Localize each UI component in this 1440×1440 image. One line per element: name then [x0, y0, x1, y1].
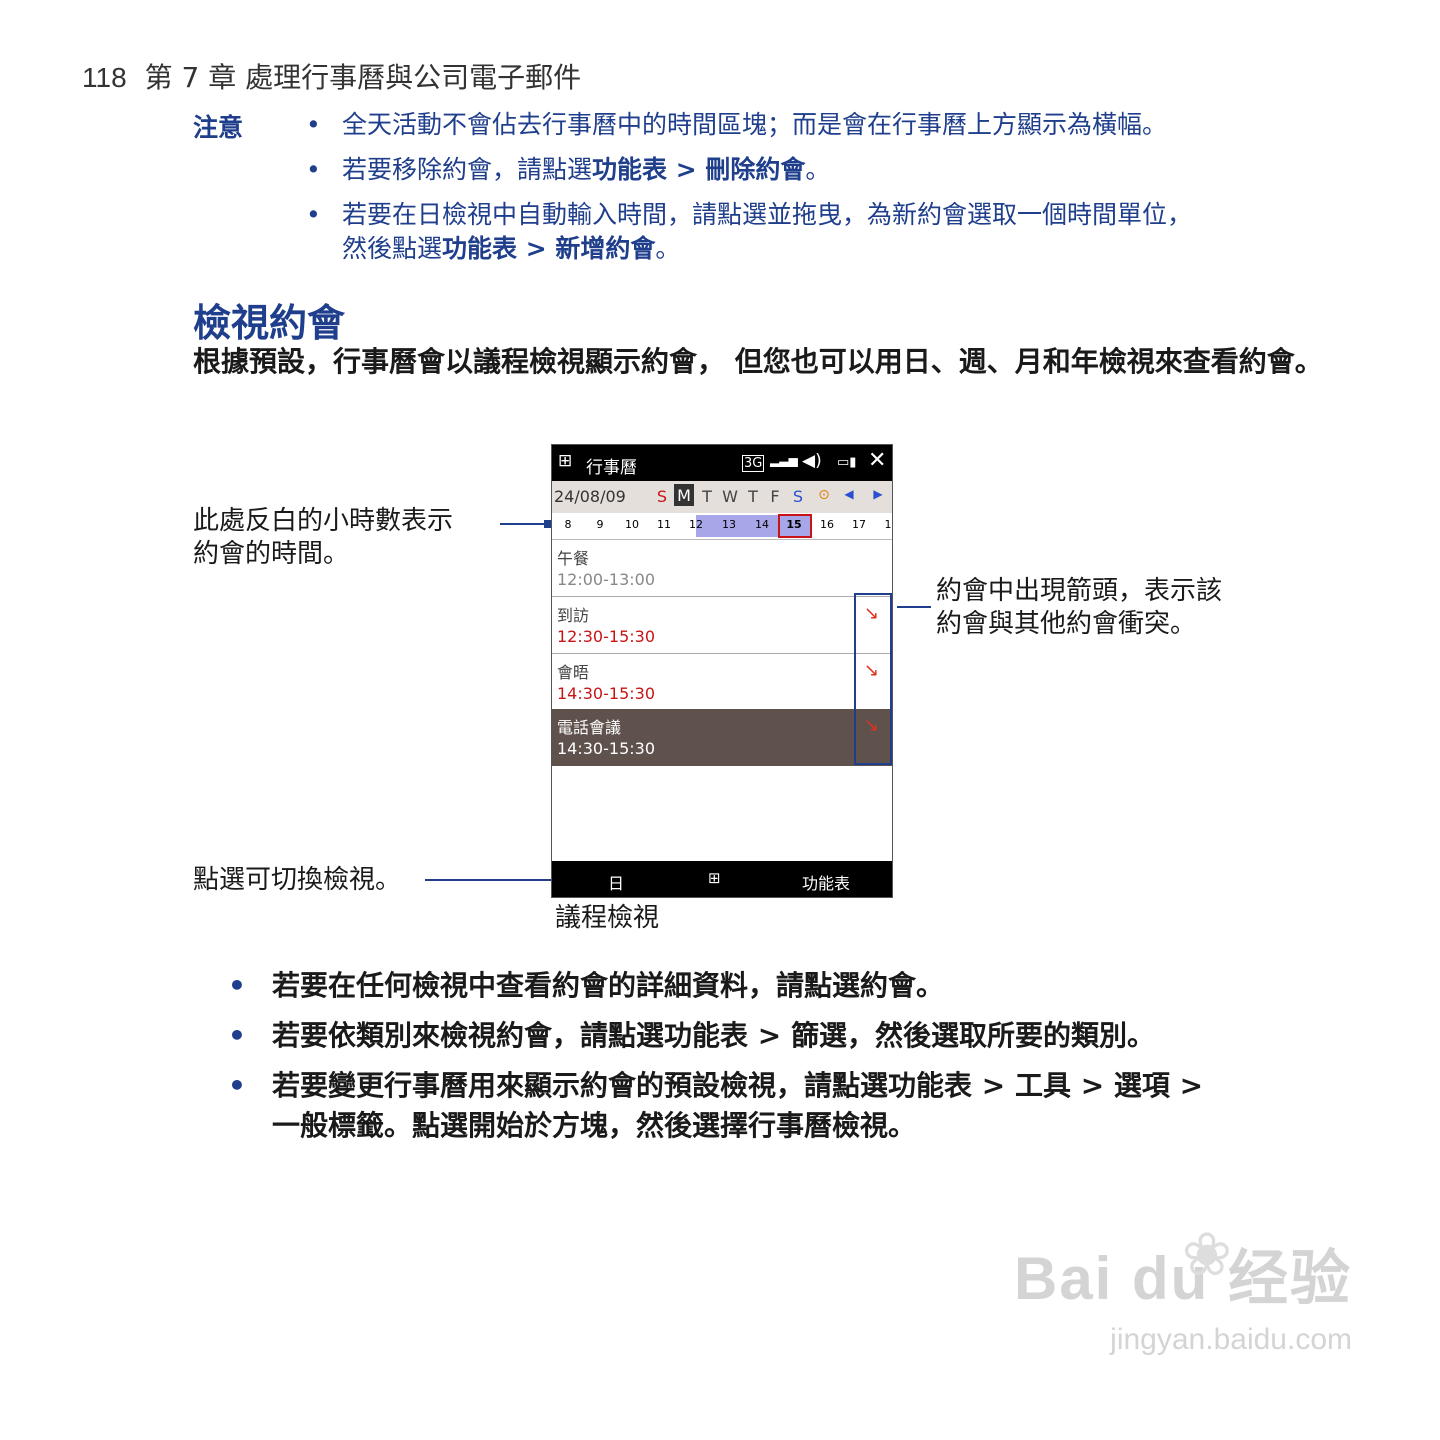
note-text: 若要在日檢視中自動輸入時間，請點選並拖曳，為新約會選取一個時間單位， — [342, 200, 1193, 229]
appointment-time: 12:00-13:00 — [557, 570, 655, 589]
hour-label: 12 — [689, 518, 703, 531]
softkey-bar: 日 ⊞ 功能表 — [552, 861, 892, 897]
weekday[interactable]: F — [765, 487, 785, 506]
callout-line — [500, 523, 546, 525]
figure-caption: 議程檢視 — [555, 903, 660, 933]
conflict-highlight-box — [854, 593, 892, 765]
appointment-name: 電話會議 — [557, 718, 622, 737]
callout-conflict: 約會中出現箭頭，表示該 約會與其他約會衝突。 — [936, 575, 1222, 641]
3g-icon: 3G — [742, 455, 765, 472]
callout-text: 約會中出現箭頭，表示該 — [936, 576, 1223, 606]
calendar-grid-icon[interactable]: ⊞ — [708, 869, 721, 887]
bullet-item: • 若要在任何檢視中查看約會的詳細資料，請點選約會。 — [228, 969, 945, 1002]
hour-label: 13 — [722, 518, 736, 531]
note-item: • 全天活動不會佔去行事曆中的時間區塊；而是會在行事曆上方顯示為橫幅。 — [306, 110, 1168, 139]
appointment-name: 會晤 — [557, 663, 590, 682]
note-bold: 功能表 > 新增約會 — [442, 234, 656, 263]
weekday[interactable]: T — [697, 487, 717, 506]
volume-icon[interactable]: ◀) — [802, 451, 822, 471]
section-title: 檢視約會 — [193, 301, 346, 345]
bullet-text: 若要變更行事曆用來顯示約會的預設檢視，請點選 — [272, 1069, 889, 1102]
appointment-row[interactable]: 午餐 12:00-13:00 — [552, 540, 892, 597]
appointment-row[interactable]: 會晤 14:30-15:30 ↘ — [552, 654, 892, 711]
appointment-time: 14:30-15:30 — [557, 739, 655, 758]
bullet-bold: 功能表 > 篩選 — [664, 1019, 847, 1052]
watermark: ❀ Bai du 经验 jingyan.baidu.com — [1014, 1220, 1352, 1357]
hour-bar: 8 9 10 11 12 13 14 15 16 17 1 — [552, 513, 892, 540]
windows-start-icon[interactable]: ⊞ — [558, 451, 572, 471]
note-text: 然後點選 — [342, 234, 443, 263]
signal-icon: ▂▃▅ — [770, 453, 798, 467]
note-text: 。 — [805, 155, 831, 184]
close-icon[interactable]: ✕ — [868, 448, 886, 473]
note-text: 全天活動不會佔去行事曆中的時間區塊；而是會在行事曆上方顯示為橫幅。 — [342, 110, 1168, 139]
prev-arrow-icon[interactable]: ◀ — [839, 487, 859, 501]
softkey-left[interactable]: 日 — [608, 870, 624, 894]
weekday[interactable]: S — [788, 487, 808, 506]
bullet-text: 若要依類別來檢視約會，請點選 — [272, 1019, 665, 1052]
battery-icon: ▭▮ — [837, 455, 857, 470]
weekday-selected[interactable]: M — [674, 484, 694, 506]
hour-label: 10 — [625, 518, 639, 531]
hour-label: 14 — [755, 518, 769, 531]
note-label: 注意 — [193, 113, 244, 142]
hour-label: 9 — [596, 518, 604, 531]
page-header: 118 第 7 章 處理行事曆與公司電子郵件 — [82, 56, 581, 96]
callout-switch: 點選可切換檢視。 — [193, 865, 402, 895]
callout-text: 此處反白的小時數表示 — [193, 506, 454, 536]
weekday[interactable]: S — [652, 487, 672, 506]
callout-hours: 此處反白的小時數表示 約會的時間。 — [193, 505, 453, 571]
bullet-bold: 開始於 — [468, 1109, 553, 1142]
callout-line — [897, 606, 931, 608]
bullet-text: 方塊，然後選擇行事曆檢視。 — [552, 1109, 917, 1142]
bullet-bold: 一般 — [272, 1109, 329, 1142]
callout-text: 約會與其他約會衝突。 — [936, 609, 1197, 639]
appointment-time: 12:30-15:30 — [557, 627, 655, 646]
note-text: 若要移除約會，請點選 — [342, 155, 593, 184]
hour-label: 17 — [852, 518, 866, 531]
hour-label: 15 — [786, 518, 802, 531]
next-arrow-icon[interactable]: ▶ — [868, 487, 888, 501]
bullet-item: • 若要依類別來檢視約會，請點選功能表 > 篩選，然後選取所要的類別。 — [228, 1019, 1155, 1052]
intro-paragraph: 根據預設，行事曆會以議程檢視顯示約會， 但您也可以用日、週、月和年檢視來查看約會… — [193, 345, 1323, 378]
note-item: • 若要在日檢視中自動輸入時間，請點選並拖曳，為新約會選取一個時間單位， 然後點選功… — [306, 200, 1193, 263]
page-number: 118 — [82, 62, 127, 93]
bullet-bold: 功能表 > 工具 > 選項 > — [888, 1069, 1204, 1102]
paw-logo-icon: ❀ — [1181, 1220, 1232, 1290]
bullet-bold: 標籤。點選 — [328, 1109, 469, 1142]
appointment-time: 14:30-15:30 — [557, 684, 655, 703]
title-bar: ⊞ 行事曆 3G ▂▃▅ ◀) ▭▮ ✕ — [552, 445, 892, 481]
callout-arrow — [544, 520, 551, 528]
phone-screen: ⊞ 行事曆 3G ▂▃▅ ◀) ▭▮ ✕ 24/08/09 S M T W T … — [551, 444, 893, 898]
hour-label: 8 — [564, 518, 572, 531]
weekday[interactable]: T — [743, 487, 763, 506]
note-item: • 若要移除約會，請點選功能表 > 刪除約會。 — [306, 155, 831, 184]
current-date[interactable]: 24/08/09 — [554, 487, 626, 506]
app-title: 行事曆 — [586, 458, 637, 478]
appointment-row-selected[interactable]: 電話會議 14:30-15:30 ↘ — [552, 709, 892, 766]
bullet-item: • 若要變更行事曆用來顯示約會的預設檢視，請點選功能表 > 工具 > 選項 > 一般… — [228, 1069, 1204, 1142]
hour-label: 1 — [884, 518, 892, 531]
appointment-row[interactable]: 到訪 12:30-15:30 ↘ — [552, 597, 892, 654]
date-bar: 24/08/09 S M T W T F S ⊙ ◀ ▶ — [552, 481, 892, 513]
bullet-text: 若要在任何檢視中查看約會的詳細資料，請點選約會。 — [272, 969, 945, 1002]
callout-text: 約會的時間。 — [193, 539, 350, 569]
appointment-name: 到訪 — [557, 606, 590, 625]
note-text: 。 — [655, 234, 681, 263]
weekday[interactable]: W — [720, 487, 740, 506]
hour-label: 16 — [820, 518, 834, 531]
note-bold: 功能表 > 刪除約會 — [592, 155, 806, 184]
bullet-text: ，然後選取所要的類別。 — [846, 1019, 1155, 1052]
hour-label: 11 — [657, 518, 671, 531]
today-icon[interactable]: ⊙ — [814, 487, 834, 503]
watermark-url: jingyan.baidu.com — [1110, 1323, 1352, 1356]
chapter-title: 第 7 章 處理行事曆與公司電子郵件 — [144, 61, 582, 94]
softkey-right[interactable]: 功能表 — [802, 870, 850, 894]
appointment-name: 午餐 — [557, 549, 590, 568]
